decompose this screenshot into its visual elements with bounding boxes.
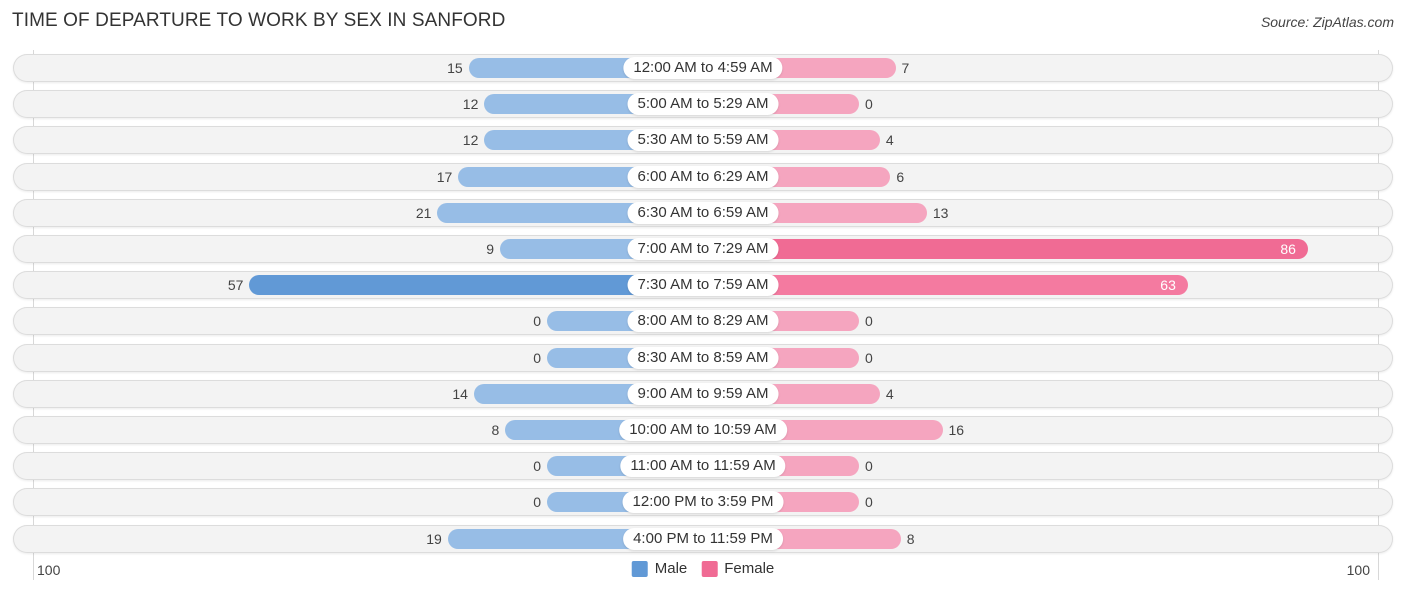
value-label-male: 0 <box>533 458 541 475</box>
legend-label-male: Male <box>654 560 688 577</box>
value-label-male: 0 <box>533 494 541 511</box>
value-label-female: 0 <box>865 313 873 330</box>
value-label-male: 21 <box>415 204 432 221</box>
category-label: 5:30 AM to 5:59 AM <box>627 129 779 152</box>
value-label-female: 0 <box>865 494 873 511</box>
source-label: Source: ZipAtlas.com <box>1260 14 1394 30</box>
category-label: 5:00 AM to 5:29 AM <box>627 93 779 116</box>
category-label: 8:30 AM to 8:59 AM <box>627 346 779 369</box>
category-label: 8:00 AM to 8:29 AM <box>627 310 779 333</box>
category-label: 6:00 AM to 6:29 AM <box>627 165 779 188</box>
legend-label-female: Female <box>724 560 775 577</box>
value-label-female: 7 <box>901 60 910 76</box>
value-label-male: 12 <box>462 96 479 113</box>
chart-title: TIME OF DEPARTURE TO WORK BY SEX IN SANF… <box>12 10 506 31</box>
category-label: 7:30 AM to 7:59 AM <box>627 274 779 297</box>
value-label-female: 13 <box>932 204 949 221</box>
value-label-female: 0 <box>865 349 873 366</box>
value-label-male: 8 <box>491 422 500 438</box>
value-label-male: 17 <box>436 168 453 185</box>
category-label: 12:00 PM to 3:59 PM <box>622 491 784 514</box>
value-label-female: 0 <box>865 458 873 475</box>
category-label: 9:00 AM to 9:59 AM <box>627 382 779 405</box>
axis-right-label: 100 <box>1346 562 1370 578</box>
value-label-male: 19 <box>426 530 442 547</box>
legend-swatch-male <box>631 560 648 577</box>
legend-item-female[interactable]: Female <box>701 560 774 577</box>
value-label-female: 6 <box>896 168 905 185</box>
value-label-female: 0 <box>865 96 873 113</box>
category-label: 7:00 AM to 7:29 AM <box>627 238 779 260</box>
legend-item-male[interactable]: Male <box>631 560 688 577</box>
value-label-male: 0 <box>533 349 541 366</box>
value-label-female: 63 <box>1160 277 1176 294</box>
bar-female[interactable] <box>703 239 1308 259</box>
value-label-female: 8 <box>906 530 915 547</box>
axis-left-label: 100 <box>37 562 61 578</box>
legend: Male Female <box>631 560 774 577</box>
value-label-female: 4 <box>885 385 894 402</box>
value-label-female: 4 <box>885 132 894 149</box>
category-label: 4:00 PM to 11:59 PM <box>623 527 783 550</box>
category-label: 10:00 AM to 10:59 AM <box>619 419 787 441</box>
category-label: 12:00 AM to 4:59 AM <box>623 57 783 79</box>
legend-swatch-female <box>701 560 718 577</box>
value-label-male: 57 <box>227 277 244 294</box>
category-label: 11:00 AM to 11:59 AM <box>620 455 786 478</box>
category-label: 6:30 AM to 6:59 AM <box>627 201 779 224</box>
value-label-male: 0 <box>533 313 541 330</box>
value-label-female: 86 <box>1280 241 1296 257</box>
value-label-male: 12 <box>462 132 479 149</box>
value-label-male: 14 <box>452 385 468 402</box>
value-label-male: 9 <box>486 241 495 257</box>
value-label-male: 15 <box>447 60 463 76</box>
value-label-female: 16 <box>948 422 965 438</box>
